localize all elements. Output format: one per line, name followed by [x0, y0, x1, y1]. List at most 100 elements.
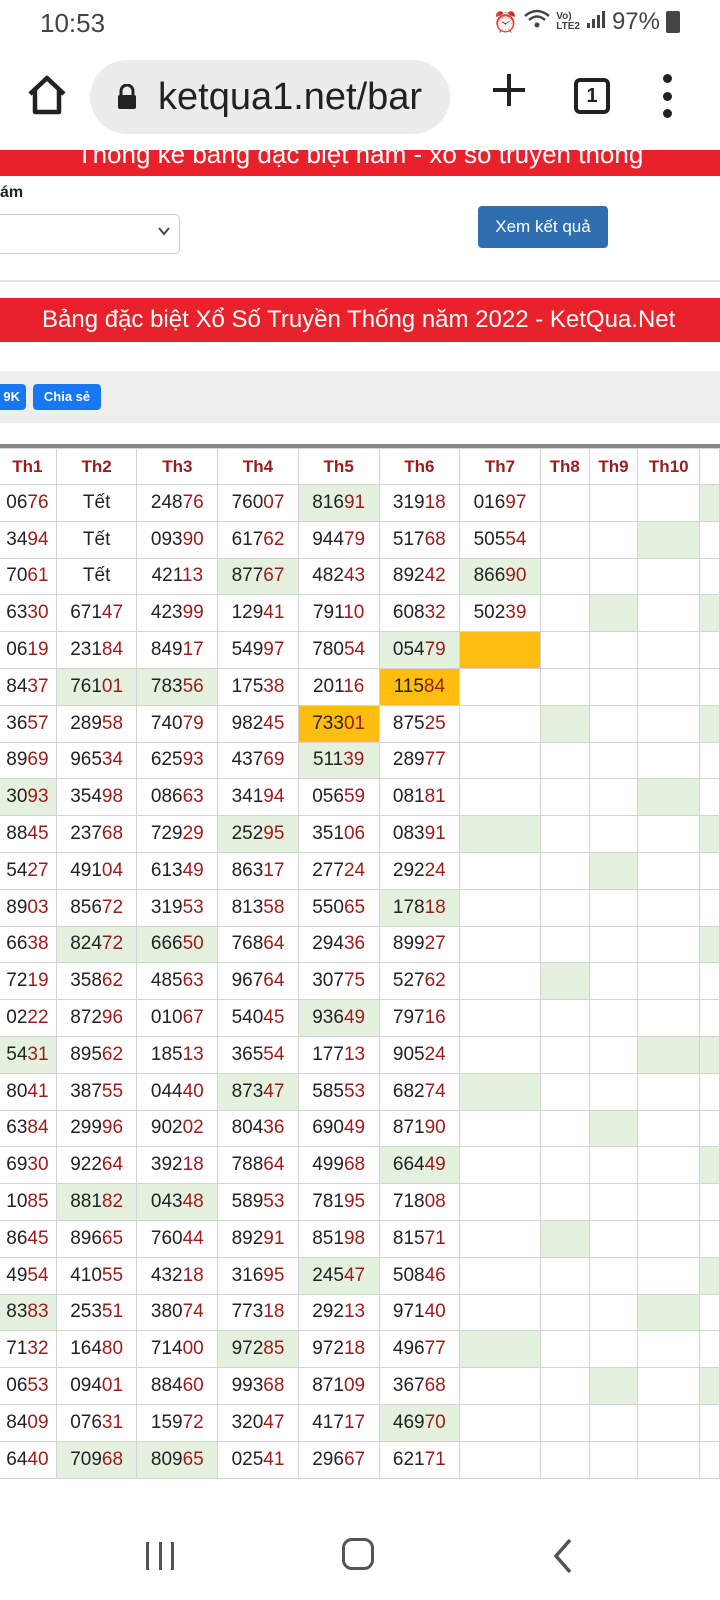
result-cell: 01697 [459, 484, 541, 522]
result-cell [637, 1219, 701, 1258]
new-tab-button[interactable] [486, 70, 532, 116]
result-cell [637, 888, 701, 927]
recent-apps-button[interactable] [146, 1542, 174, 1570]
result-cell: 8383 [0, 1293, 57, 1332]
result-cell: 12941 [217, 594, 299, 633]
result-cell: 17818 [378, 888, 461, 927]
result-cell: 60832 [378, 594, 461, 633]
system-nav-bar [0, 1514, 720, 1600]
result-cell [539, 594, 590, 633]
result-cell-overflow [699, 1183, 720, 1221]
result-cell: 36768 [378, 1367, 461, 1405]
result-cell: 54997 [217, 631, 299, 669]
result-cell: 97285 [217, 1330, 299, 1369]
result-cell: 84917 [136, 631, 219, 669]
result-cell [637, 1330, 701, 1369]
result-cell [459, 1440, 541, 1479]
result-cell [539, 851, 590, 890]
column-header-th1: Th1 [0, 448, 57, 485]
back-button[interactable] [548, 1536, 578, 1576]
result-cell [539, 484, 590, 522]
result-cell [637, 704, 701, 743]
result-cell-overflow [699, 1109, 720, 1148]
result-cell [539, 704, 590, 743]
address-bar[interactable]: ketqua1.net/bar [90, 60, 450, 134]
result-cell [588, 888, 639, 927]
result-cell [539, 1035, 590, 1074]
result-cell: 4954 [0, 1256, 57, 1295]
status-time: 10:53 [40, 8, 106, 38]
table-row: 6330 67147 42399 12941 79110 60832 50239 [0, 594, 720, 633]
home-button[interactable] [24, 72, 70, 118]
view-results-button[interactable]: Xem kết quả [478, 206, 608, 248]
result-cell: Tết [55, 520, 138, 559]
result-cell [637, 631, 701, 669]
result-cell: 6930 [0, 1146, 57, 1185]
table-row: 8409 07631 15972 32047 41717 46970 [0, 1403, 720, 1442]
result-cell: 41055 [55, 1256, 138, 1295]
result-cell: 86690 [459, 557, 541, 596]
result-cell [459, 1367, 541, 1405]
result-cell: 71400 [136, 1330, 219, 1369]
table-row: 8383 25351 38074 77318 29213 97140 [0, 1293, 720, 1332]
table-row: 0653 09401 88460 99368 87109 36768 [0, 1367, 720, 1405]
result-cell [637, 1367, 701, 1405]
result-cell [459, 1109, 541, 1148]
result-cell [637, 851, 701, 890]
result-cell [588, 1035, 639, 1074]
result-cell: 50554 [459, 520, 541, 559]
result-cell [637, 962, 701, 1001]
result-cell: 3494 [0, 520, 57, 559]
result-cell: 0619 [0, 631, 57, 669]
result-cell: 81691 [297, 484, 380, 522]
table-row: 8845 23768 72929 25295 35106 08391 [0, 815, 720, 853]
more-menu-button[interactable] [652, 74, 682, 118]
result-cell: 7061 [0, 557, 57, 596]
result-cell [637, 1072, 701, 1111]
result-cell: 20116 [297, 667, 380, 706]
result-cell [539, 1146, 590, 1185]
result-cell-overflow [699, 704, 720, 743]
table-row: 1085 88182 04348 58953 78195 71808 [0, 1183, 720, 1221]
tab-switcher-button[interactable]: 1 [574, 78, 610, 114]
result-cell: 43769 [217, 741, 299, 780]
result-cell [588, 851, 639, 890]
table-row: 0676 Tết 24876 76007 81691 31918 01697 [0, 484, 720, 522]
result-cell: 24876 [136, 484, 219, 522]
share-button[interactable]: Chia sẻ [33, 384, 101, 410]
result-cell [588, 520, 639, 559]
table-row: 8969 96534 62593 43769 51139 28977 [0, 741, 720, 780]
table-row: 0619 23184 84917 54997 78054 05479 [0, 631, 720, 669]
column-header-th9: Th9 [588, 448, 639, 485]
column-header-th5: Th5 [297, 448, 380, 485]
result-cell: 93649 [297, 999, 380, 1037]
back-icon [553, 1538, 572, 1574]
result-cell [588, 1293, 639, 1332]
results-table-container[interactable]: Th1 Th2 Th3 Th4 Th5 Th6 Th7 Th8 Th9 Th10 0676 Tết 2… [0, 444, 720, 1484]
result-cell [588, 1183, 639, 1221]
result-cell-overflow [699, 1367, 720, 1405]
result-cell-overflow [699, 631, 720, 669]
result-cell-overflow [699, 888, 720, 927]
result-cell: 49677 [378, 1330, 461, 1369]
result-cell: 18513 [136, 1035, 219, 1074]
result-cell [539, 631, 590, 669]
result-cell [459, 631, 541, 669]
result-cell [637, 1256, 701, 1295]
result-cell [459, 1035, 541, 1074]
system-home-button[interactable] [342, 1538, 374, 1570]
result-cell [459, 962, 541, 1001]
result-cell: 6330 [0, 594, 57, 633]
result-cell: 38074 [136, 1293, 219, 1332]
result-cell: 09401 [55, 1367, 138, 1405]
result-cell: 87109 [297, 1367, 380, 1405]
result-cell: 0222 [0, 999, 57, 1037]
result-cell: 61349 [136, 851, 219, 890]
like-count-button[interactable]: 9K [0, 384, 26, 410]
result-cell: 35862 [55, 962, 138, 1001]
year-select[interactable] [0, 214, 180, 254]
result-cell [539, 815, 590, 853]
result-cell: 89291 [217, 1219, 299, 1258]
result-cell: 80436 [217, 1109, 299, 1148]
result-cell [588, 484, 639, 522]
